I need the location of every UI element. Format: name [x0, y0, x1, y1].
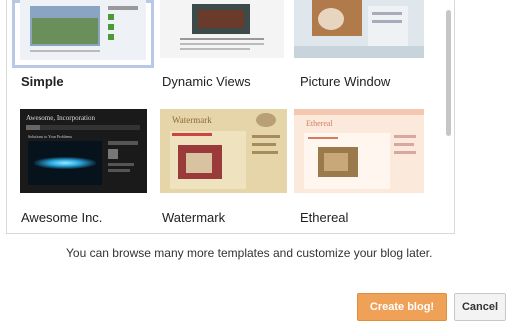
template-ethereal[interactable]: Ethereal Ethereal: [289, 106, 429, 226]
template-label: Ethereal: [300, 210, 349, 225]
template-awesome-inc[interactable]: Awesome, Incorporation Solutions to Your…: [12, 106, 154, 226]
gallery-scrollbar[interactable]: [442, 0, 454, 233]
template-dynamic-views-thumbnail: [160, 0, 284, 58]
template-label: Watermark: [162, 210, 226, 225]
template-awesome-inc-thumbnail: Awesome, Incorporation Solutions to Your…: [20, 109, 147, 193]
template-label: Dynamic Views: [162, 74, 251, 89]
template-ethereal-thumbnail: Ethereal: [294, 109, 424, 193]
template-watermark-thumbnail: Watermark: [160, 109, 287, 193]
template-simple-thumbnail: [20, 0, 146, 60]
thumb-title: Awesome, Incorporation: [26, 114, 95, 122]
thumb-title: Watermark: [172, 115, 212, 125]
template-label: Awesome Inc.: [21, 210, 103, 225]
template-gallery: Simple Dynamic Views Picture Window Awes…: [6, 0, 455, 234]
template-dynamic-views[interactable]: Dynamic Views: [155, 0, 287, 96]
create-blog-button[interactable]: Create blog!: [357, 293, 447, 321]
template-label: Picture Window: [300, 74, 391, 89]
thumb-title: Ethereal: [306, 119, 333, 128]
scrollbar-thumb[interactable]: [446, 10, 451, 136]
thumb-subtitle: Solutions to Your Problems: [28, 134, 73, 139]
template-label: Simple: [21, 74, 64, 89]
cancel-button[interactable]: Cancel: [454, 293, 506, 321]
template-watermark[interactable]: Watermark Watermark: [155, 106, 287, 226]
info-text: You can browse many more templates and c…: [66, 246, 433, 260]
template-simple[interactable]: Simple: [12, 0, 154, 96]
template-picture-window[interactable]: Picture Window: [289, 0, 429, 96]
template-picture-window-thumbnail: [294, 0, 424, 58]
